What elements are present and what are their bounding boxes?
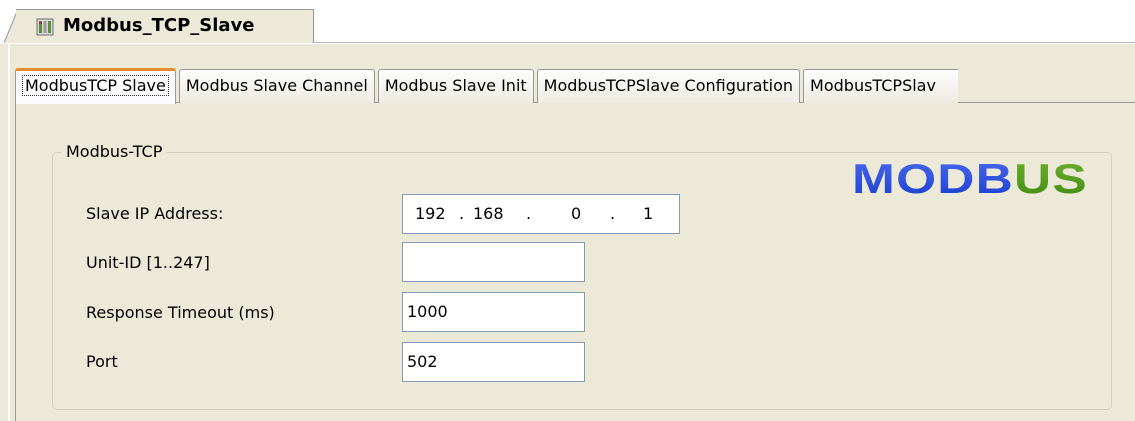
tab-modbus-slave-channel[interactable]: Modbus Slave Channel — [178, 69, 375, 103]
editor-tab-baseline — [312, 42, 1135, 43]
modbus-logo-text: MODB US — [852, 156, 1088, 200]
ip-separator: . — [610, 204, 616, 223]
tab-label: Modbus Slave Init — [384, 76, 527, 95]
unit-id-input[interactable] — [402, 242, 585, 282]
tab-modbus-slave-init[interactable]: Modbus Slave Init — [377, 69, 534, 103]
device-icon — [36, 18, 54, 36]
modbus-logo: MODB US — [852, 156, 1088, 200]
editor-tab-strip: Modbus_TCP_Slave — [0, 0, 1135, 44]
unit-id-label: Unit-ID [1..247] — [86, 253, 210, 272]
response-timeout-label: Response Timeout (ms) — [86, 303, 275, 322]
slave-ip-label: Slave IP Address: — [86, 204, 224, 223]
editor-tab-label: Modbus_TCP_Slave — [63, 15, 255, 36]
group-title: Modbus-TCP — [61, 141, 168, 163]
ip-octet-4[interactable]: 1 — [643, 195, 653, 232]
response-timeout-input[interactable]: 1000 — [402, 292, 585, 332]
modbus-logo-blue: MODB — [852, 156, 1014, 200]
ip-octet-1[interactable]: 192 — [415, 195, 446, 232]
ip-separator: . — [459, 204, 465, 223]
tab-label: ModbusTCP Slave — [22, 75, 169, 96]
tab-modbustcp-slave[interactable]: ModbusTCP Slave — [15, 68, 176, 104]
ip-octet-3[interactable]: 0 — [571, 195, 581, 232]
tab-modbustcpslave-configuration[interactable]: ModbusTCPSlave Configuration — [536, 69, 801, 103]
ip-separator: . — [526, 204, 532, 223]
port-input[interactable]: 502 — [402, 342, 585, 382]
ip-octet-2[interactable]: 168 — [473, 195, 504, 232]
editor-tab-modbus-tcp-slave[interactable]: Modbus_TCP_Slave — [16, 9, 314, 43]
slave-ip-input[interactable]: 192 . 168 . 0 . 1 — [402, 194, 680, 234]
modbus-logo-green: US — [1014, 156, 1088, 200]
tab-label: ModbusTCPSlav — [810, 76, 936, 95]
port-label: Port — [86, 352, 118, 371]
tab-label: Modbus Slave Channel — [185, 76, 368, 95]
tab-label: ModbusTCPSlave Configuration — [543, 76, 794, 95]
tab-row: ModbusTCP Slave Modbus Slave Channel Mod… — [15, 68, 959, 104]
left-edge — [8, 44, 10, 421]
tab-modbustcpslave-truncated[interactable]: ModbusTCPSlav — [803, 69, 959, 103]
